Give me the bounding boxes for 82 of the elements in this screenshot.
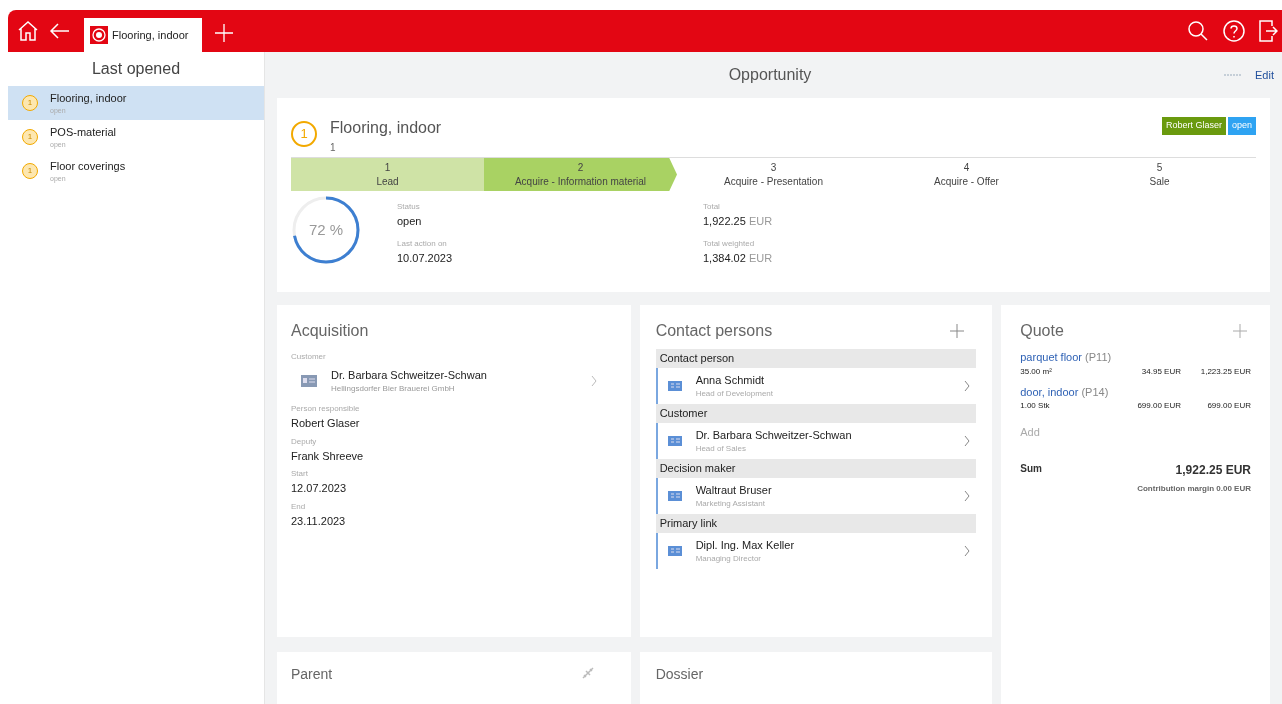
product-link[interactable]: parquet floor (P11) [1020,349,1251,366]
contact-position: Head of Development [695,388,774,401]
group-header: Decision maker [655,459,977,478]
field-value: 10.07.2023 [397,250,454,266]
product-link[interactable]: door, indoor (P14) [1020,383,1251,400]
search-icon[interactable] [1186,19,1210,43]
chevron-right-icon [590,375,597,387]
contribution-margin: Contribution margin 0.00 EUR [1136,482,1251,495]
sum-label: Sum [1020,461,1043,476]
group-header: Primary link [655,514,977,533]
page-title: Opportunity [727,65,813,85]
add-tab-icon[interactable] [214,23,234,43]
field-label: Last action on [397,237,448,250]
contact-card-icon [667,436,682,446]
field-value: 23.11.2023 [291,513,347,529]
opportunity-subtitle: 1 [330,141,337,155]
line-total: 699.00 EUR [1206,400,1251,412]
number-badge: 1 [22,95,38,111]
unit-price: 34.95 EUR [1140,365,1181,378]
field-label: Person responsible [291,403,361,415]
progress-reading: 72 % [307,219,345,240]
quantity: 1.00 Stk [1020,400,1051,412]
edit-link[interactable]: Edit [1255,66,1274,84]
field-label: Total [703,201,721,213]
quantity: 35.00 m² [1020,365,1053,378]
field-label: Start [291,468,309,480]
logout-icon[interactable] [1258,19,1278,43]
sum-value: 1,922.25 EUR [1175,461,1251,479]
contact-card-icon [667,491,682,501]
field-label: Status [397,201,421,213]
field-label: Deputy [291,435,318,448]
opportunity-number-badge: 1 [291,121,317,147]
field-value: 1,384.02 EUR [703,250,773,266]
contact-name: Waltraut Bruser [695,482,773,498]
field-value: 1,922.25 EUR [703,214,773,229]
customer-company: Hellingsdorfer Bier Brauerei GmbH [331,383,456,396]
target-icon [90,26,108,44]
number-badge: 1 [22,163,38,179]
card-title: Dossier [655,665,705,684]
contact-position: Marketing Assistant [695,498,766,511]
field-label: Total weighted [703,237,756,250]
field-value: 12.07.2023 [291,481,348,496]
card-title: Quote [1020,321,1065,341]
item-name: Flooring, indoor [50,90,127,106]
contact-name: Anna Schmidt [695,372,766,388]
line-total: 1,223.25 EUR [1199,365,1251,378]
field-value: Robert Glaser [291,416,361,431]
contact-position: Managing Director [695,553,762,566]
item-name: POS-material [50,124,117,140]
contact-name: Dipl. Ing. Max Keller [695,537,796,553]
opportunity-title: Flooring, indoor [330,118,443,138]
home-icon[interactable] [16,19,40,43]
item-name: Floor coverings [50,158,126,174]
field-label: End [291,500,307,513]
card-title: Parent [291,665,334,684]
contact-card-icon [667,381,682,391]
field-label: Customer [291,351,327,363]
group-header: Customer [655,404,977,423]
customer-name: Dr. Barbara Schweitzer-Schwan [331,367,488,383]
field-value: Frank Shreeve [291,448,365,464]
tab[interactable]: Flooring, indoor [84,18,202,52]
tag: Robert Glaser [1161,117,1226,135]
group-header: Contact person [655,349,977,368]
chevron-right-icon [964,435,971,447]
sidebar-title: Last opened [90,59,182,79]
unit-price: 699.00 EUR [1136,400,1181,412]
contact-position: Head of Sales [695,443,747,456]
contact-name: Dr. Barbara Schweitzer-Schwan [695,427,853,443]
stage-step[interactable]: 1 Lead [291,158,484,191]
number-badge: 1 [22,129,38,145]
contact-card-icon [667,546,682,556]
chevron-right-icon [964,380,971,392]
contact-card-icon [301,375,317,387]
tag: open [1227,117,1256,135]
chevron-right-icon [964,545,971,557]
card-title: Acquisition [291,321,370,341]
chevron-right-icon [964,490,971,502]
stage-step[interactable]: 2 Acquire - Information material [484,158,677,191]
field-value: open [397,214,423,229]
customer-row[interactable]: Dr. Barbara Schweitzer-Schwan Hellingsdorfer Bier Brauerei GmbH [291,363,617,399]
card-title: Contact persons [655,321,774,341]
help-icon[interactable] [1222,19,1246,43]
